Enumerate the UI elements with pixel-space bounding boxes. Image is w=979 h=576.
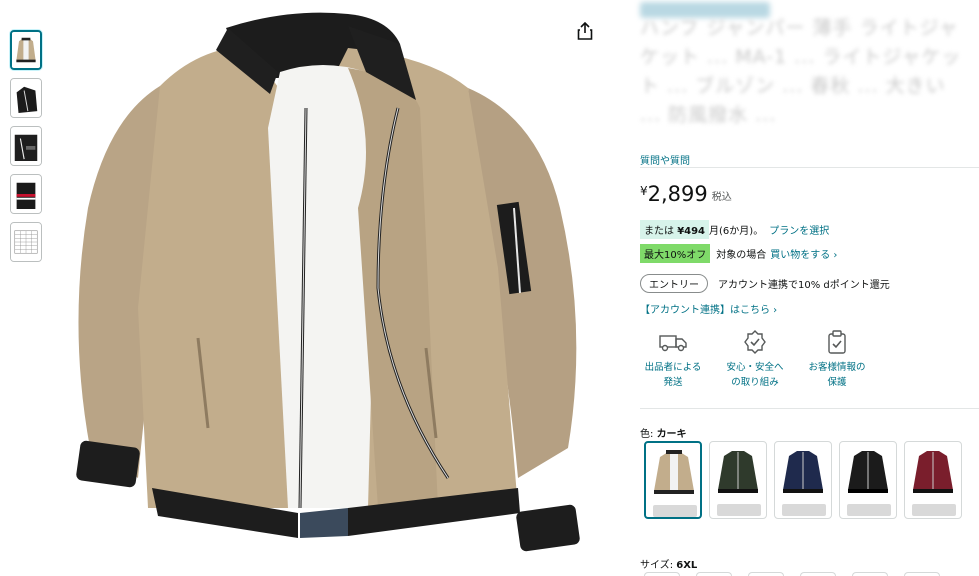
- price-symbol: ¥: [640, 184, 648, 198]
- swatch-price: [717, 504, 761, 516]
- badge-check-icon: [740, 328, 770, 356]
- divider: [640, 167, 979, 168]
- plan-prefix: または: [644, 226, 674, 237]
- entry-text: アカウント連携で10% dポイント還元: [718, 280, 890, 291]
- ask-question-link[interactable]: 質問や質問: [640, 152, 690, 167]
- tax-label: 税込: [711, 191, 732, 203]
- swatch-black[interactable]: [839, 441, 897, 519]
- plan-amount: ¥494: [677, 226, 706, 237]
- product-title-text: ハンフ ジャンパー 薄手 ライトジャケット ... MA-1 ... ライトジャ…: [640, 17, 962, 126]
- thumbnail-khaki-front[interactable]: [10, 30, 42, 70]
- size-label-prefix: サイズ:: [640, 560, 674, 571]
- share-button[interactable]: [570, 16, 600, 46]
- feature-label: 出品者による発送: [644, 362, 702, 388]
- size-option[interactable]: [748, 572, 784, 576]
- account-link[interactable]: 【アカウント連携】はこちら ›: [640, 301, 777, 316]
- feature-label: お客様情報の保護: [808, 362, 866, 388]
- swatch-price: [912, 504, 956, 516]
- color-swatches: [644, 441, 969, 519]
- size-option[interactable]: [852, 572, 888, 576]
- plan-suffix: 月(6か月)。: [709, 226, 764, 237]
- price: ¥2,899 税込: [640, 182, 732, 206]
- color-value: カーキ: [656, 429, 687, 440]
- feature-shipping[interactable]: 出品者による発送: [640, 328, 706, 390]
- color-label: 色: カーキ: [640, 425, 687, 440]
- thumbnail-size-chart[interactable]: [10, 222, 42, 262]
- swatch-price: [653, 505, 697, 517]
- feature-safety[interactable]: 安心・安全への取り組み: [722, 328, 788, 390]
- plan-badge: または ¥494: [640, 220, 710, 239]
- entry-offer: エントリー アカウント連携で10% dポイント還元: [640, 274, 890, 293]
- clipboard-check-icon: [822, 328, 852, 356]
- swatch-navy[interactable]: [774, 441, 832, 519]
- shop-link[interactable]: 買い物をする ›: [770, 246, 837, 261]
- swatch-price: [782, 504, 826, 516]
- size-option[interactable]: [800, 572, 836, 576]
- entry-button[interactable]: エントリー: [640, 274, 708, 293]
- points-badge: 最大10%オフ: [640, 244, 711, 263]
- swatch-wine-red[interactable]: [904, 441, 962, 519]
- installment-plan: または ¥494 月(6か月)。 プランを選択: [640, 220, 829, 239]
- divider: [640, 408, 979, 409]
- thumbnail-black-side[interactable]: [10, 78, 42, 118]
- feature-label: 安心・安全への取り組み: [726, 362, 784, 388]
- main-product-image[interactable]: [48, 8, 604, 568]
- share-icon: [577, 22, 593, 40]
- swatch-price: [847, 504, 891, 516]
- product-details: ハンフ ジャンパー 薄手 ライトジャケット ... MA-1 ... ライトジャ…: [640, 0, 979, 576]
- points-offer: 最大10%オフ 対象の場合 買い物をする ›: [640, 244, 837, 263]
- thumbnail-list: [10, 30, 44, 270]
- size-option[interactable]: [696, 572, 732, 576]
- thumbnail-black-red-stripe[interactable]: [10, 174, 42, 214]
- size-option[interactable]: [904, 572, 940, 576]
- feature-list: 出品者による発送 安心・安全への取り組み お客様情報の保護: [640, 328, 890, 390]
- select-plan-link[interactable]: プランを選択: [769, 222, 829, 237]
- size-label: サイズ: 6XL: [640, 556, 697, 571]
- size-option[interactable]: [644, 572, 680, 576]
- price-value: 2,899: [647, 182, 708, 206]
- feature-privacy[interactable]: お客様情報の保護: [804, 328, 870, 390]
- size-value: 6XL: [676, 560, 698, 571]
- thumbnail-black-detail[interactable]: [10, 126, 42, 166]
- truck-icon: [658, 328, 688, 356]
- points-text: 対象の場合: [716, 250, 767, 261]
- color-label-prefix: 色:: [640, 429, 654, 440]
- swatch-khaki[interactable]: [644, 441, 702, 519]
- swatch-army-green[interactable]: [709, 441, 767, 519]
- product-title: ハンフ ジャンパー 薄手 ライトジャケット ... MA-1 ... ライトジャ…: [640, 0, 970, 150]
